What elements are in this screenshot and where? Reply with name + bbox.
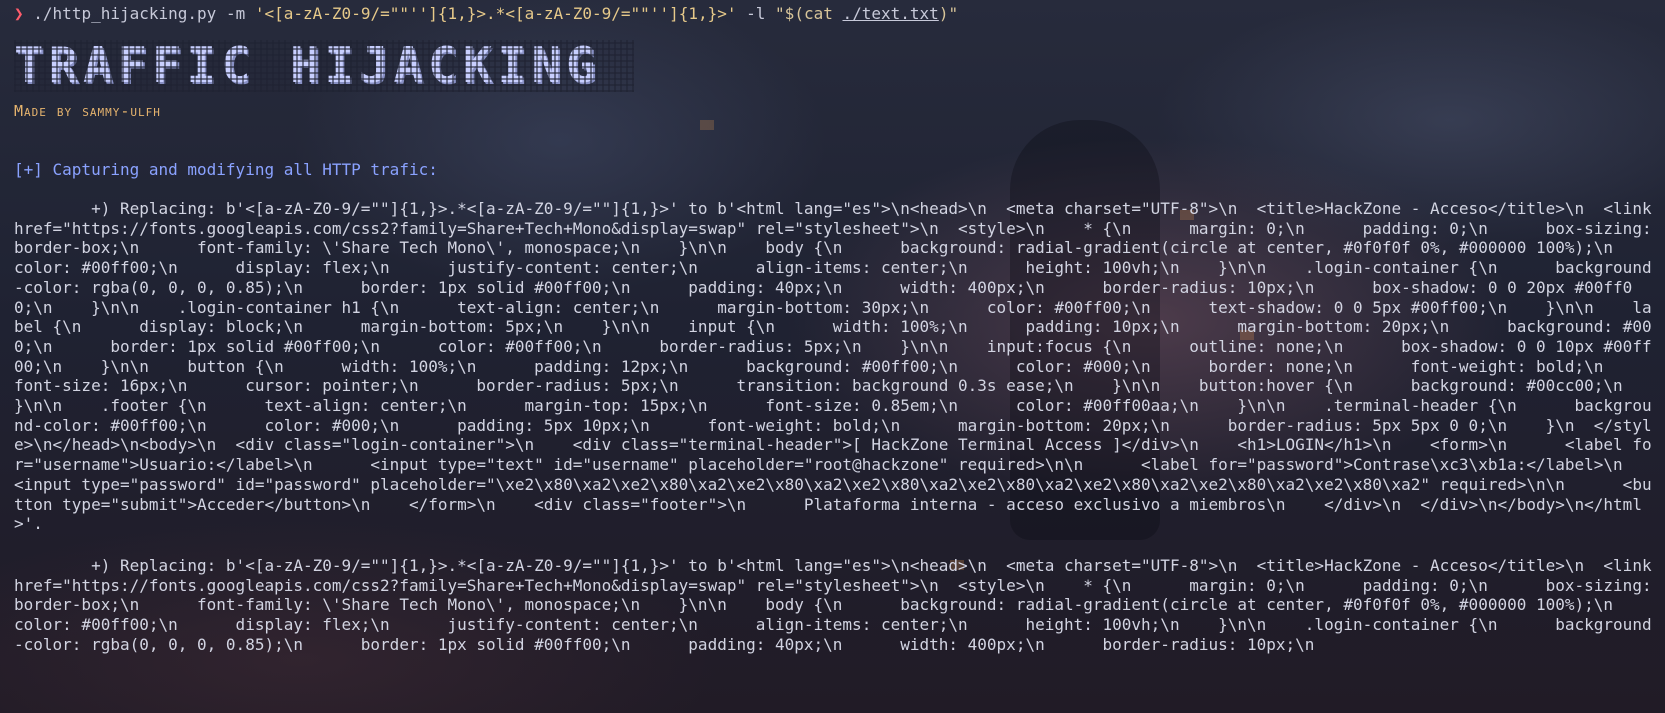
prompt-symbol: ❯ <box>14 4 24 23</box>
replacement-log-entry: +) Replacing: b'<[a-zA-Z0-9/=""]{1,}>.*<… <box>14 556 1652 654</box>
load-suffix: )" <box>938 4 959 23</box>
load-path[interactable]: ./text.txt <box>842 4 938 23</box>
terminal-window[interactable]: ❯ ./http_hijacking.py -m '<[a-zA-Z0-9/="… <box>0 0 1665 713</box>
load-flag: -l <box>746 4 766 23</box>
banner-title: TRAFFIC HIJACKING <box>14 37 601 94</box>
banner-credit: Made by sammy-ulfh <box>14 102 161 120</box>
status-line: [+] Capturing and modifying all HTTP tra… <box>14 160 438 179</box>
replacement-log-entry: +) Replacing: b'<[a-zA-Z0-9/=""]{1,}>.*<… <box>14 199 1652 534</box>
load-prefix: "$(cat <box>775 4 843 23</box>
background-light <box>700 120 714 130</box>
ascii-banner: TRAFFIC HIJACKING <box>14 40 634 92</box>
command-script: ./http_hijacking.py <box>33 4 217 23</box>
command-line[interactable]: ❯ ./http_hijacking.py -m '<[a-zA-Z0-9/="… <box>14 3 958 25</box>
match-pattern: '<[a-zA-Z0-9/=""'']{1,}>.*<[a-zA-Z0-9/="… <box>254 4 737 23</box>
match-flag: -m <box>225 4 246 23</box>
